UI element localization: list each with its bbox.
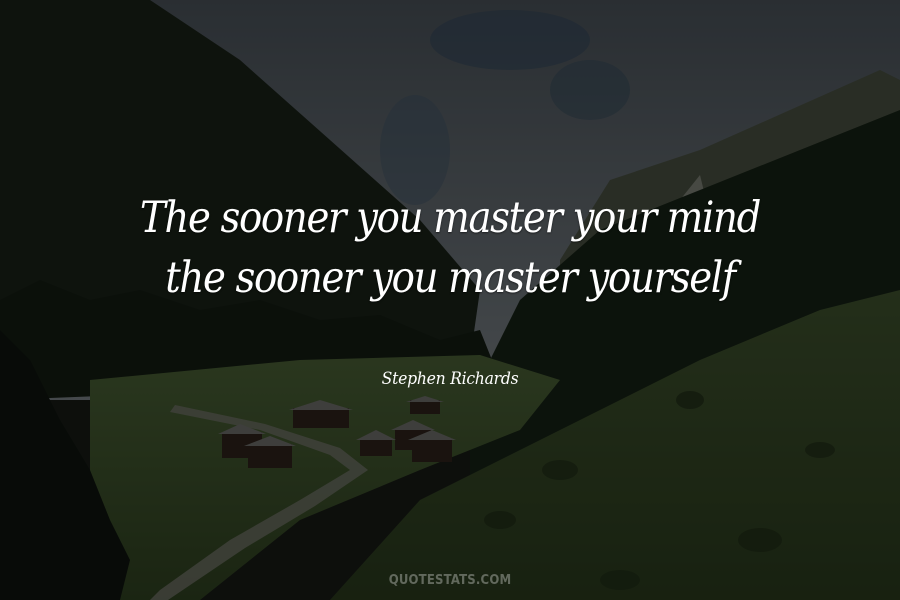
quote-image: The sooner you master your mind the soon… xyxy=(0,0,900,600)
site-watermark: QUOTESTATS.COM xyxy=(388,573,512,588)
quote-line: The sooner you master your mind xyxy=(139,193,761,243)
author-name: Stephen Richards xyxy=(381,369,519,389)
quote-text: The sooner you master your mind the soon… xyxy=(45,188,855,308)
quote-line: the sooner you master yourself xyxy=(165,253,736,303)
